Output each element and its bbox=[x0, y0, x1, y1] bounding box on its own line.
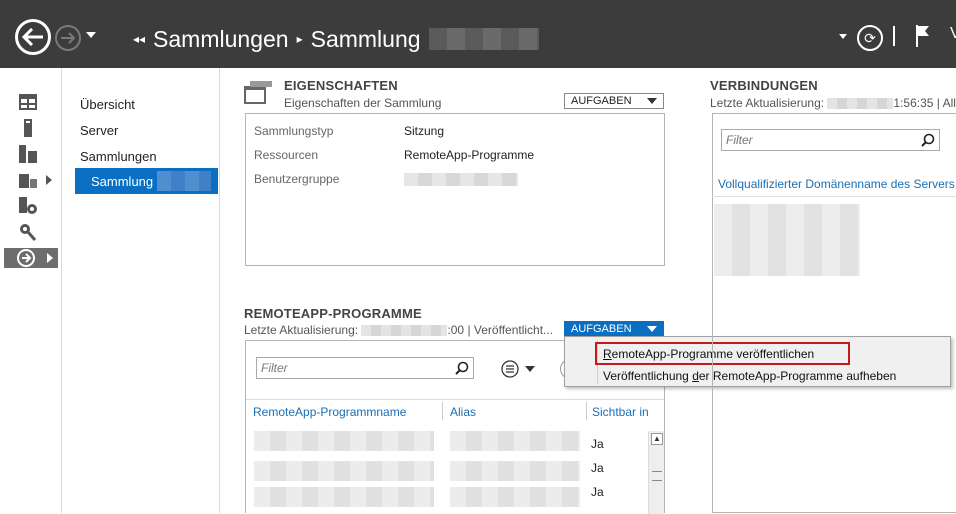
scroll-up-icon[interactable]: ▲ bbox=[651, 433, 663, 445]
redacted-cell bbox=[254, 487, 434, 507]
menu-overflow[interactable]: V bbox=[950, 25, 956, 43]
filter-placeholder: Filter bbox=[261, 361, 288, 375]
nav-item-server[interactable]: Server bbox=[80, 123, 118, 138]
cell-visible: Ja bbox=[591, 485, 604, 499]
properties-box: Sammlungstyp Sitzung Ressourcen RemoteAp… bbox=[245, 113, 665, 266]
prop-key-usergroup: Benutzergruppe bbox=[254, 172, 340, 186]
header-divider bbox=[712, 196, 956, 197]
redacted-time bbox=[361, 325, 448, 337]
connections-box bbox=[712, 113, 956, 513]
arrow-right-icon bbox=[61, 32, 76, 44]
redacted-cell bbox=[450, 487, 580, 507]
redacted-cell bbox=[254, 461, 434, 481]
properties-title: EIGENSCHAFTEN bbox=[284, 78, 398, 93]
tasks-label: AUFGABEN bbox=[571, 95, 632, 107]
col-header-alias[interactable]: Alias bbox=[450, 405, 476, 419]
chevron-down-icon bbox=[647, 326, 657, 332]
connections-last-update: Letzte Aktualisierung: 1:56:35 | All bbox=[710, 96, 956, 110]
prop-value-resources: RemoteApp-Programme bbox=[404, 148, 535, 162]
col-header-visible[interactable]: Sichtbar in bbox=[592, 405, 649, 419]
expand-arrow-icon[interactable] bbox=[47, 253, 53, 263]
remoteapp-title: REMOTEAPP-PROGRAMME bbox=[244, 306, 422, 321]
column-divider bbox=[442, 402, 443, 420]
filter-placeholder: Filter bbox=[726, 133, 753, 147]
menu-item-label: Veröffentlichung bbox=[603, 369, 693, 383]
redacted-name bbox=[428, 28, 539, 50]
file-services-icon[interactable] bbox=[17, 170, 39, 190]
history-dropdown[interactable] bbox=[86, 32, 96, 38]
cell-visible: Ja bbox=[591, 461, 604, 475]
expand-arrow-icon[interactable] bbox=[46, 175, 52, 185]
nav-item-collections[interactable]: Sammlungen bbox=[80, 149, 157, 164]
col-header-fqdn[interactable]: Vollqualifizierter Domänenname des Serve… bbox=[718, 177, 955, 191]
prop-key-type: Sammlungstyp bbox=[254, 124, 334, 138]
connections-title: VERBINDUNGEN bbox=[710, 78, 818, 93]
prop-value-type: Sitzung bbox=[404, 124, 445, 138]
breadcrumb: ◂◂ Sammlungen ▸ Sammlung bbox=[133, 24, 539, 54]
redacted-cell bbox=[450, 431, 580, 451]
toolbar-separator bbox=[893, 26, 895, 46]
last-update-label: Letzte Aktualisierung: bbox=[244, 323, 359, 337]
list-view-icon[interactable] bbox=[501, 360, 539, 378]
properties-icon bbox=[244, 81, 272, 104]
menu-accelerator: d bbox=[692, 369, 699, 383]
redacted-name bbox=[157, 171, 212, 191]
remoteapp-filter-input[interactable]: Filter bbox=[256, 357, 474, 379]
last-update-tail: 1:56:35 | All bbox=[893, 96, 956, 110]
redacted-cell bbox=[714, 204, 860, 276]
properties-subtitle: Eigenschaften der Sammlung bbox=[284, 96, 442, 110]
iis-icon[interactable] bbox=[17, 196, 39, 216]
chevron-right-icon: ▸ bbox=[296, 32, 303, 46]
breadcrumb-dropdown[interactable] bbox=[839, 34, 847, 39]
remote-desktop-services-icon[interactable] bbox=[4, 248, 58, 268]
header-divider bbox=[246, 399, 664, 400]
chevron-down-icon bbox=[647, 98, 657, 104]
sidebar-nav: Übersicht Server Sammlungen Sammlung bbox=[62, 68, 220, 513]
back-button[interactable] bbox=[15, 19, 51, 55]
search-icon[interactable] bbox=[455, 361, 469, 375]
redacted-cell bbox=[254, 431, 434, 451]
icon-rail bbox=[0, 68, 62, 513]
breadcrumb-current[interactable]: Sammlung bbox=[311, 26, 421, 53]
search-icon[interactable] bbox=[921, 133, 935, 147]
column-divider bbox=[586, 402, 587, 420]
cell-visible: Ja bbox=[591, 437, 604, 451]
redacted-cell bbox=[450, 461, 580, 481]
remoteapp-tasks-button[interactable]: AUFGABEN bbox=[564, 321, 664, 337]
redacted-usergroup bbox=[404, 173, 518, 186]
properties-tasks-button[interactable]: AUFGABEN bbox=[564, 93, 664, 109]
local-server-icon[interactable] bbox=[17, 118, 39, 138]
nav-item-collection[interactable]: Sammlung bbox=[75, 168, 218, 194]
last-update-tail: :00 | Veröffentlicht... bbox=[447, 323, 554, 337]
arrow-left-icon bbox=[22, 28, 43, 46]
breadcrumb-sammlungen[interactable]: Sammlungen bbox=[153, 26, 289, 53]
tools-icon[interactable] bbox=[17, 222, 39, 242]
all-servers-icon[interactable] bbox=[17, 144, 39, 164]
redacted-time bbox=[827, 98, 894, 110]
menu-accelerator: R bbox=[603, 347, 612, 361]
tasks-label: AUFGABEN bbox=[571, 323, 632, 335]
refresh-icon: ⟳ bbox=[864, 29, 876, 46]
nav-item-overview[interactable]: Übersicht bbox=[80, 97, 135, 112]
last-update-label: Letzte Aktualisierung: bbox=[710, 96, 825, 110]
remoteapp-last-update: Letzte Aktualisierung: :00 | Veröffentli… bbox=[244, 323, 553, 337]
title-bar: ◂◂ Sammlungen ▸ Sammlung ⟳ V bbox=[0, 0, 956, 68]
connections-filter-input[interactable]: Filter bbox=[721, 129, 940, 151]
scroll-thumb[interactable] bbox=[652, 471, 662, 481]
refresh-button[interactable]: ⟳ bbox=[857, 25, 883, 51]
vertical-scrollbar[interactable]: ▲ bbox=[648, 431, 664, 514]
double-chevron-icon: ◂◂ bbox=[133, 32, 146, 46]
forward-button[interactable] bbox=[55, 25, 81, 51]
flag-icon[interactable] bbox=[915, 24, 931, 48]
col-header-name[interactable]: RemoteApp-Programmname bbox=[253, 405, 406, 419]
prop-key-resources: Ressourcen bbox=[254, 148, 319, 162]
dashboard-icon[interactable] bbox=[17, 92, 39, 112]
nav-item-label: Sammlung bbox=[91, 173, 154, 189]
